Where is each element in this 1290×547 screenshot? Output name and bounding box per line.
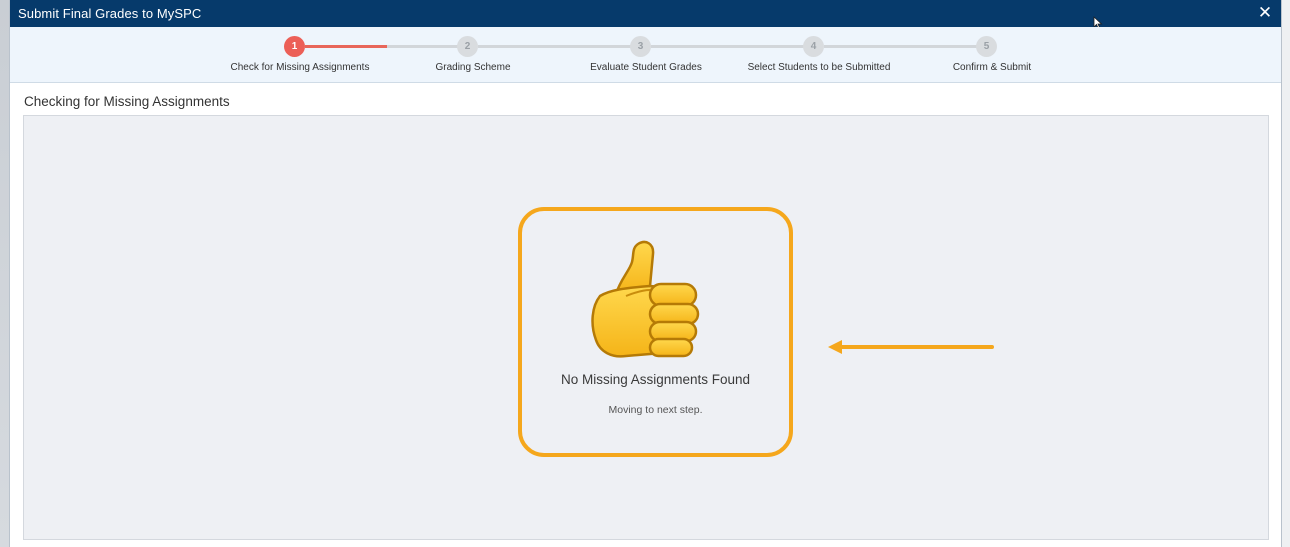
step-1-circle[interactable]: 1	[284, 36, 305, 57]
step-1-label: Check for Missing Assignments	[230, 62, 370, 73]
step-4-circle[interactable]: 4	[803, 36, 824, 57]
step-connector-5	[824, 45, 986, 48]
close-button[interactable]: ✕	[1255, 3, 1275, 23]
step-5-circle[interactable]: 5	[976, 36, 997, 57]
dialog-title: Submit Final Grades to MySPC	[18, 6, 202, 21]
step-connector-4	[651, 45, 811, 48]
wizard-stepper: 1 Check for Missing Assignments 2 Gradin…	[10, 27, 1281, 83]
arrow-annotation-icon	[828, 340, 994, 354]
step-connector-1	[305, 45, 387, 48]
step-connector-3	[478, 45, 638, 48]
step-4-label: Select Students to be Submitted	[747, 62, 891, 73]
dialog-titlebar: Submit Final Grades to MySPC ✕	[10, 0, 1281, 27]
section-title: Checking for Missing Assignments	[24, 94, 230, 109]
step-2-label: Grading Scheme	[435, 62, 511, 73]
submit-grades-dialog: Submit Final Grades to MySPC ✕ 1 Check f…	[9, 0, 1282, 547]
result-subtitle: Moving to next step.	[608, 404, 703, 416]
step-2-circle[interactable]: 2	[457, 36, 478, 57]
result-title: No Missing Assignments Found	[560, 372, 751, 387]
step-3-label: Evaluate Student Grades	[590, 62, 702, 73]
thumbs-up-icon	[591, 240, 700, 358]
step-5-label: Confirm & Submit	[952, 62, 1032, 73]
step-3-circle[interactable]: 3	[630, 36, 651, 57]
step-connector-2	[387, 45, 467, 48]
